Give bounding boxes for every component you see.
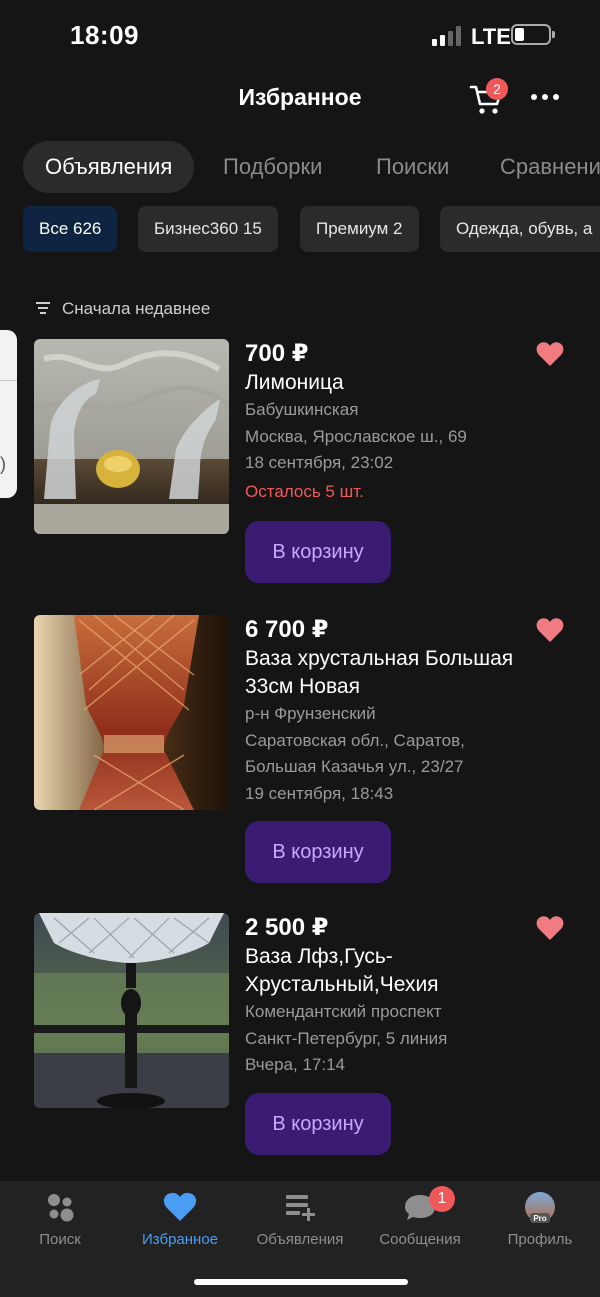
chip-business360[interactable]: Бизнес360 15 [138, 206, 278, 252]
status-bar: 18:09 LTE [0, 0, 600, 70]
heart-icon [163, 1192, 197, 1221]
nav-profile[interactable]: Pro Профиль [480, 1181, 600, 1271]
listing-date: 18 сентября, 23:02 [245, 453, 394, 472]
sort-label: Сначала недавнее [62, 299, 211, 318]
signal-icon [432, 26, 461, 46]
listing-metro: Бабушкинская [245, 400, 359, 419]
tab-collections[interactable]: Подборки [223, 141, 322, 193]
chip-premium[interactable]: Премиум 2 [300, 206, 419, 252]
nav-label: Профиль [507, 1231, 573, 1248]
avatar-icon: Pro [525, 1192, 555, 1223]
listing-photo[interactable] [34, 339, 229, 534]
favorites-tabs: Объявления Подборки Поиски Сравнени [0, 141, 600, 193]
category-filter-chips: Все 626 Бизнес360 15 Премиум 2 Одежда, о… [0, 206, 600, 252]
listing-date: 19 сентября, 18:43 [245, 783, 394, 803]
nav-label: Избранное [141, 1231, 219, 1248]
heart-icon[interactable] [536, 915, 564, 941]
listing-district: р-н Фрунзенский [245, 704, 376, 723]
add-to-cart-button[interactable]: В корзину [245, 1092, 391, 1155]
nav-messages[interactable]: Сообщения [360, 1181, 480, 1271]
nav-label: Поиск [39, 1231, 81, 1248]
listing-title[interactable]: Ваза Лфз,Гусь-Хрустальный,Чехия [245, 943, 535, 999]
listing-price: 2 500 ₽ [245, 914, 329, 941]
nav-label: Сообщения [379, 1231, 461, 1248]
listing-address: Саратовская обл., Саратов, Большая Казач… [245, 730, 465, 777]
tab-searches[interactable]: Поиски [376, 141, 449, 193]
listing-metro: Комендантский проспект [245, 1002, 442, 1021]
listing-date: Вчера, 17:14 [245, 1055, 345, 1074]
listing-price: 6 700 ₽ [245, 616, 329, 643]
nav-label: Объявления [256, 1231, 344, 1248]
nav-search[interactable]: Поиск [0, 1181, 120, 1271]
page-title: Избранное [238, 84, 362, 110]
heart-icon[interactable] [536, 617, 564, 643]
tab-comparisons[interactable]: Сравнени [500, 141, 600, 193]
listing-address: Санкт-Петербург, 5 линия [245, 1028, 448, 1048]
heart-icon[interactable] [536, 341, 564, 367]
stock-warning: Осталось 5 шт. [245, 481, 364, 501]
nav-listings[interactable]: Объявления [240, 1181, 360, 1271]
status-time: 18:09 [70, 20, 139, 50]
add-to-cart-button[interactable]: В корзину [245, 821, 391, 883]
side-popup-fragment: ) [0, 330, 17, 498]
tab-listings[interactable]: Объявления [23, 141, 195, 193]
messages-badge: 1 [429, 1186, 455, 1212]
top-bar: Избранное [0, 70, 600, 130]
home-indicator[interactable] [194, 1279, 408, 1285]
search-dots-icon [48, 1194, 74, 1222]
sort-icon [36, 302, 50, 314]
listing-price: 700 ₽ [245, 340, 309, 367]
add-listing-icon [286, 1195, 315, 1221]
nav-favorites[interactable]: Избранное [120, 1181, 240, 1271]
cart-badge: 2 [486, 78, 508, 100]
listing-title[interactable]: Ваза хрустальная Большая 33см Новая [245, 645, 535, 701]
listing-title[interactable]: Лимоница [245, 369, 535, 397]
add-to-cart-button[interactable]: В корзину [245, 520, 391, 583]
more-menu-icon[interactable] [530, 92, 560, 102]
listing-photo[interactable] [34, 913, 229, 1108]
listing-photo[interactable] [34, 615, 229, 810]
listing-address: Москва, Ярославское ш., 69 [245, 426, 467, 446]
battery-icon [511, 24, 555, 45]
pro-tag: Pro [533, 1214, 546, 1223]
chip-clothing[interactable]: Одежда, обувь, а [440, 206, 600, 252]
network-type: LTE [471, 24, 511, 49]
chip-all[interactable]: Все 626 [23, 206, 118, 252]
